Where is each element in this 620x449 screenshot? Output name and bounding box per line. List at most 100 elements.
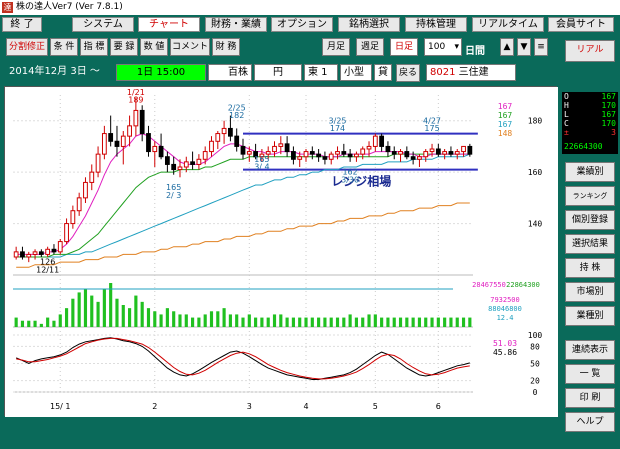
volume-bar [424, 317, 428, 327]
value-button[interactable]: 数 値 [140, 38, 168, 56]
quote-row-close: C 170 [564, 119, 616, 128]
candle-body [13, 251, 19, 258]
menu-lines-icon[interactable]: ≡ [534, 38, 548, 56]
weekly-button[interactable]: 週足 [356, 38, 384, 56]
candle-body [51, 248, 57, 253]
volume-bar [310, 317, 314, 327]
candle-body [284, 143, 290, 153]
candle-body [467, 145, 473, 155]
app-logo-icon: 達 [2, 2, 13, 13]
count-select[interactable]: 100 ▾ [424, 38, 462, 56]
volume-bar [291, 317, 295, 327]
stock-code-field[interactable]: 8021 三住建 [426, 64, 516, 81]
candle-body [158, 145, 164, 158]
candle-body [322, 156, 328, 160]
holdings-button[interactable]: 持 株 [565, 258, 615, 278]
menu-chart[interactable]: チャート [138, 17, 200, 32]
volume-bar [241, 317, 245, 327]
candle-body [328, 153, 334, 160]
osc-tick-label: 100 [528, 331, 543, 340]
candle-body [335, 151, 340, 155]
candle-body [398, 151, 403, 155]
candle-body [454, 151, 460, 155]
comment-button[interactable]: コメント [170, 38, 210, 56]
candle-body [139, 109, 145, 135]
volume-bar [71, 298, 75, 327]
x-tick-label: 15/ 1 [50, 402, 71, 411]
selection-result-button[interactable]: 選択結果 [565, 234, 615, 254]
volume-bar [348, 314, 352, 327]
candle-body [76, 197, 82, 212]
menu-realtime[interactable]: リアルタイム [472, 17, 544, 32]
volume-bar [285, 317, 289, 327]
price-annotation: 3/30 [341, 175, 359, 184]
candle-body [309, 151, 315, 155]
unit-label: 日間 [465, 46, 485, 57]
by-market-button[interactable]: 市場別 [565, 282, 615, 302]
candle-body [272, 145, 277, 153]
volume-bar [222, 308, 226, 327]
ma-value-label: 167 [498, 111, 513, 120]
financial-button[interactable]: 財 務 [212, 38, 240, 56]
realtime-button[interactable]: リアル [565, 40, 615, 62]
continuous-display-button[interactable]: 連続表示 [565, 340, 615, 360]
menu-holdings[interactable]: 持株管理 [405, 17, 467, 32]
candle-body [240, 145, 246, 155]
price-annotation: 2/ 3 [166, 191, 181, 200]
back-button[interactable]: 戻る [396, 64, 420, 82]
volume-bar [90, 295, 94, 327]
candle-body [177, 166, 183, 171]
candle-body [45, 248, 51, 255]
candle-body [215, 133, 221, 142]
menu-member-site[interactable]: 会員サイト [548, 17, 614, 32]
menu-option[interactable]: オプション [271, 17, 333, 32]
indicator-button[interactable]: 指 標 [80, 38, 108, 56]
app-window: 達 株の達人Ver7 (Ver 7.8.1) 終 了 システム チャート 財務・… [0, 0, 620, 449]
x-tick-label: 5 [373, 402, 378, 411]
print-button[interactable]: 印 刷 [565, 388, 615, 408]
volume-bar [115, 298, 119, 327]
scroll-down-icon[interactable]: ▼ [517, 38, 531, 56]
chart-area[interactable]: 140 160 180 15/ 1 2 3 4 5 6 レンジ相場 1/21 189 2/25 182 3/… [4, 86, 558, 417]
volume-bar [317, 317, 321, 327]
help-button[interactable]: ヘルプ [565, 412, 615, 432]
list-button[interactable]: 一 覧 [565, 364, 615, 384]
price-tick-label: 180 [528, 117, 543, 126]
by-sector-button[interactable]: 業種別 [565, 306, 615, 326]
candle-body [461, 145, 466, 153]
split-adjust-button[interactable]: 分割修正 [6, 38, 48, 56]
candle-body [83, 181, 88, 199]
volume-bar [178, 314, 182, 327]
scroll-up-icon[interactable]: ▲ [500, 38, 514, 56]
volume-bar [134, 295, 138, 327]
ranking-button[interactable]: ランキング [565, 186, 615, 206]
date-tilde: 〜 [89, 66, 100, 77]
market-box: 東 1 [304, 64, 338, 81]
daily-button[interactable]: 日足 [390, 38, 418, 56]
earnings-button[interactable]: 業績別 [565, 162, 615, 182]
candle-body [234, 135, 240, 147]
candle-body [32, 251, 38, 255]
start-date-text: 2014年12月 3日 [9, 66, 87, 77]
volume-bar [443, 317, 447, 327]
menu-finance[interactable]: 財務・業績 [205, 17, 267, 32]
osc-tick-label: 80 [530, 342, 540, 351]
volume-bar [128, 308, 132, 327]
volume-bar [77, 292, 81, 327]
menu-stock-select[interactable]: 銘柄選択 [338, 17, 400, 32]
monthly-button[interactable]: 月足 [322, 38, 350, 56]
volume-bar [461, 317, 466, 327]
volume-bar [228, 314, 232, 327]
menu-system[interactable]: システム [72, 17, 134, 32]
candle-body [354, 153, 359, 158]
volume-bar [380, 317, 384, 327]
condition-button[interactable]: 条 件 [50, 38, 78, 56]
volume-bar [430, 317, 434, 327]
individual-register-button[interactable]: 個別登録 [565, 210, 615, 230]
summary-button[interactable]: 要 録 [110, 38, 138, 56]
volume-bar [367, 314, 371, 327]
menu-exit[interactable]: 終 了 [2, 17, 42, 32]
candle-body [38, 251, 44, 255]
stock-code: 8021 [430, 67, 456, 78]
x-tick-label: 4 [303, 402, 308, 411]
